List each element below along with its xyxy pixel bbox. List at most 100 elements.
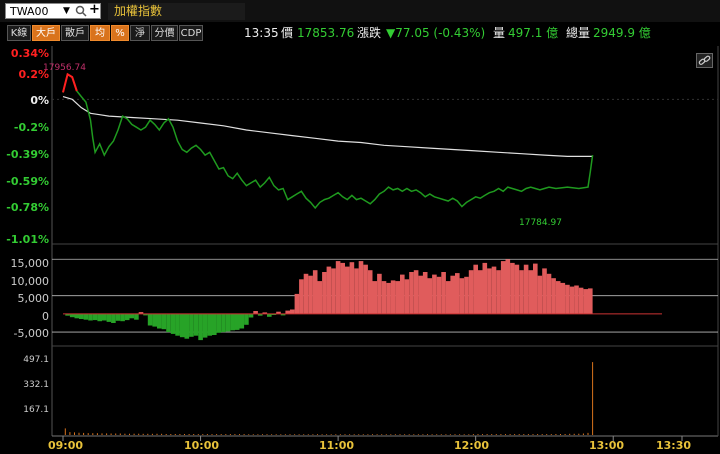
net-bar <box>491 266 497 314</box>
net-bar <box>120 313 125 322</box>
net-bar <box>326 266 332 314</box>
net-bar <box>216 313 222 333</box>
net-bar <box>555 281 561 314</box>
net-bar <box>335 261 341 314</box>
price-axis-label: 0% <box>30 94 49 107</box>
net-bar <box>404 279 410 314</box>
net-bar <box>464 276 469 314</box>
time-axis-label: 10:00 <box>184 439 220 452</box>
net-bar <box>184 313 190 339</box>
net-bar <box>134 313 139 320</box>
net-bar <box>170 313 176 334</box>
net-axis-label: 0 <box>42 310 49 323</box>
net-bar <box>317 281 323 314</box>
net-bar <box>583 289 588 314</box>
net-bar <box>482 262 488 314</box>
net-bar <box>198 313 203 341</box>
net-bar <box>381 281 387 314</box>
net-bar <box>294 293 300 314</box>
net-bar <box>207 313 212 336</box>
intraday-chart[interactable] <box>0 0 720 454</box>
price-axis-label: -0.78% <box>6 201 49 214</box>
net-bar <box>500 261 506 314</box>
net-bar <box>152 313 157 327</box>
price-axis-label: 0.34% <box>10 47 49 60</box>
net-bar <box>161 313 167 330</box>
net-bar <box>69 313 75 318</box>
net-bar <box>537 275 543 314</box>
net-bar <box>312 270 318 314</box>
net-bar <box>157 313 162 329</box>
net-bar <box>106 313 112 322</box>
net-bar <box>92 313 98 321</box>
net-bar <box>193 313 199 336</box>
net-bar <box>358 261 364 314</box>
net-bar <box>445 281 451 314</box>
net-bar <box>83 313 89 320</box>
net-bar <box>349 262 355 314</box>
net-bar <box>221 313 226 333</box>
net-bar <box>560 282 566 314</box>
net-bar <box>422 272 428 314</box>
net-bar <box>230 313 235 331</box>
net-bar <box>395 281 400 314</box>
volume-axis-label: 167.1 <box>23 405 49 415</box>
net-bar <box>367 270 373 314</box>
net-bar <box>166 313 171 333</box>
time-axis-label: 11:00 <box>319 439 355 452</box>
net-bar <box>455 273 460 314</box>
net-axis-label: -5,000 <box>13 327 49 340</box>
volume-axis-label: 332.1 <box>23 380 49 390</box>
net-bar <box>409 272 414 314</box>
price-axis-label: -0.59% <box>6 175 49 188</box>
net-bar <box>88 313 93 321</box>
volume-axis-label: 497.1 <box>23 355 49 365</box>
price-axis-label: -1.01% <box>6 233 49 246</box>
net-bar <box>450 275 455 314</box>
net-bar <box>565 284 570 314</box>
price-axis-label: -0.39% <box>6 148 49 161</box>
net-bar <box>505 259 511 314</box>
net-bar <box>478 270 483 314</box>
time-axis-label: 09:00 <box>48 439 84 452</box>
net-bar <box>234 313 240 330</box>
net-bar <box>79 313 84 319</box>
net-bar <box>322 272 327 314</box>
low-annotation: 17784.97 <box>519 218 562 228</box>
net-bar <box>225 313 231 332</box>
link-button[interactable] <box>696 53 713 68</box>
net-bar <box>129 313 135 319</box>
net-bar <box>212 313 217 335</box>
net-bar <box>303 273 309 314</box>
net-bar <box>533 263 538 314</box>
price-line <box>62 73 594 210</box>
net-bar <box>102 313 107 321</box>
net-bar <box>377 273 382 314</box>
high-annotation: 17956.74 <box>43 63 86 73</box>
net-bar <box>299 279 304 314</box>
time-axis-label: 12:00 <box>454 439 490 452</box>
net-bar <box>111 313 116 323</box>
net-bar <box>124 313 130 321</box>
net-bar <box>308 275 313 314</box>
net-bar <box>510 262 515 314</box>
net-bar <box>340 262 345 314</box>
net-bar <box>239 313 245 329</box>
net-bar <box>551 278 556 314</box>
net-axis-label: 10,000 <box>10 275 50 288</box>
time-axis-label: 13:00 <box>589 439 625 452</box>
net-bar <box>427 278 433 314</box>
net-bar <box>588 288 593 314</box>
net-bar <box>372 281 378 314</box>
net-bar <box>147 313 153 326</box>
net-bar <box>487 268 492 314</box>
net-bar <box>514 264 520 314</box>
net-bar <box>400 274 405 314</box>
net-bar <box>523 264 529 314</box>
net-axis-label: 5,000 <box>17 292 50 305</box>
net-bar <box>97 313 102 322</box>
net-bar <box>574 285 579 314</box>
net-bar <box>418 275 423 314</box>
net-bar <box>432 274 437 314</box>
net-bar <box>115 313 121 321</box>
